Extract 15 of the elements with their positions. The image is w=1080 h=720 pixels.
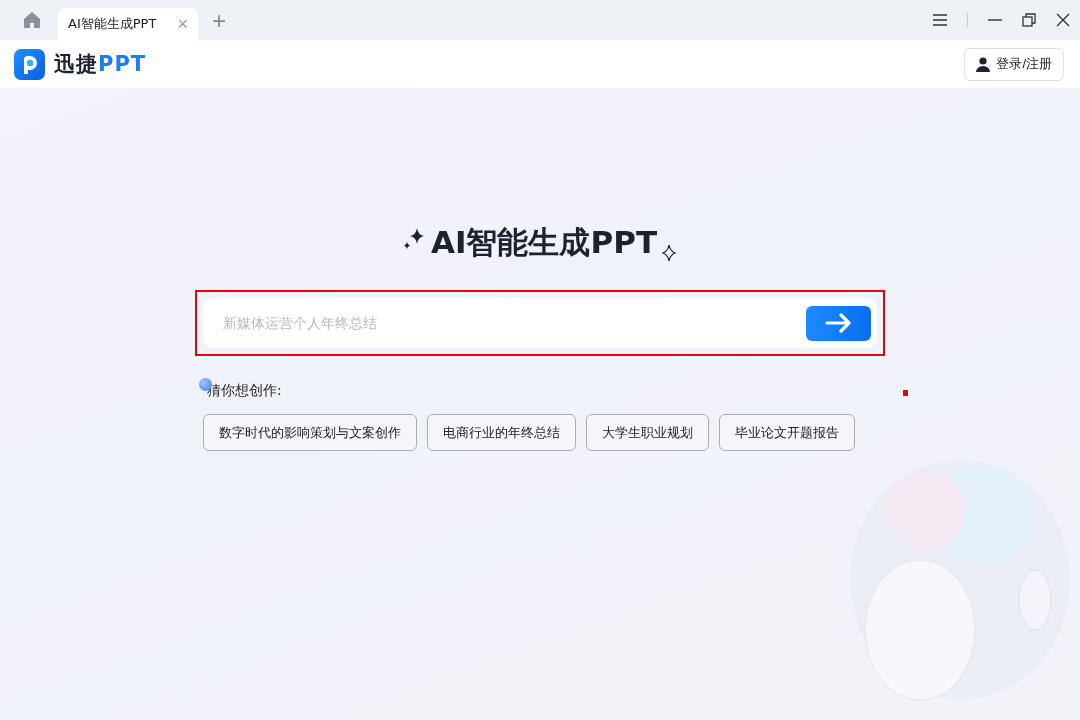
suggestion-chip[interactable]: 大学生职业规划 bbox=[586, 414, 709, 451]
headline: AI智能生成PPT bbox=[430, 223, 658, 262]
arrow-right-icon bbox=[824, 313, 853, 333]
suggestion-chip[interactable]: 数字时代的影响策划与文案创作 bbox=[203, 414, 417, 451]
submit-button[interactable] bbox=[806, 305, 871, 341]
login-button[interactable]: 登录/注册 bbox=[964, 47, 1064, 81]
prompt-field[interactable]: 新媒体运营个人年终总结 bbox=[203, 298, 877, 348]
sparkle-icon bbox=[661, 244, 678, 262]
prompt-input[interactable]: 新媒体运营个人年终总结 bbox=[221, 314, 806, 332]
user-icon bbox=[976, 56, 991, 72]
suggestion-chip[interactable]: 毕业论文开题报告 bbox=[719, 414, 855, 451]
logo-icon bbox=[14, 48, 45, 80]
suggestion-chip[interactable]: 电商行业的年终总结 bbox=[427, 414, 576, 451]
logo-text: 迅捷PPT bbox=[54, 51, 147, 78]
tab[interactable]: AI智能生成PPT × bbox=[58, 8, 198, 40]
